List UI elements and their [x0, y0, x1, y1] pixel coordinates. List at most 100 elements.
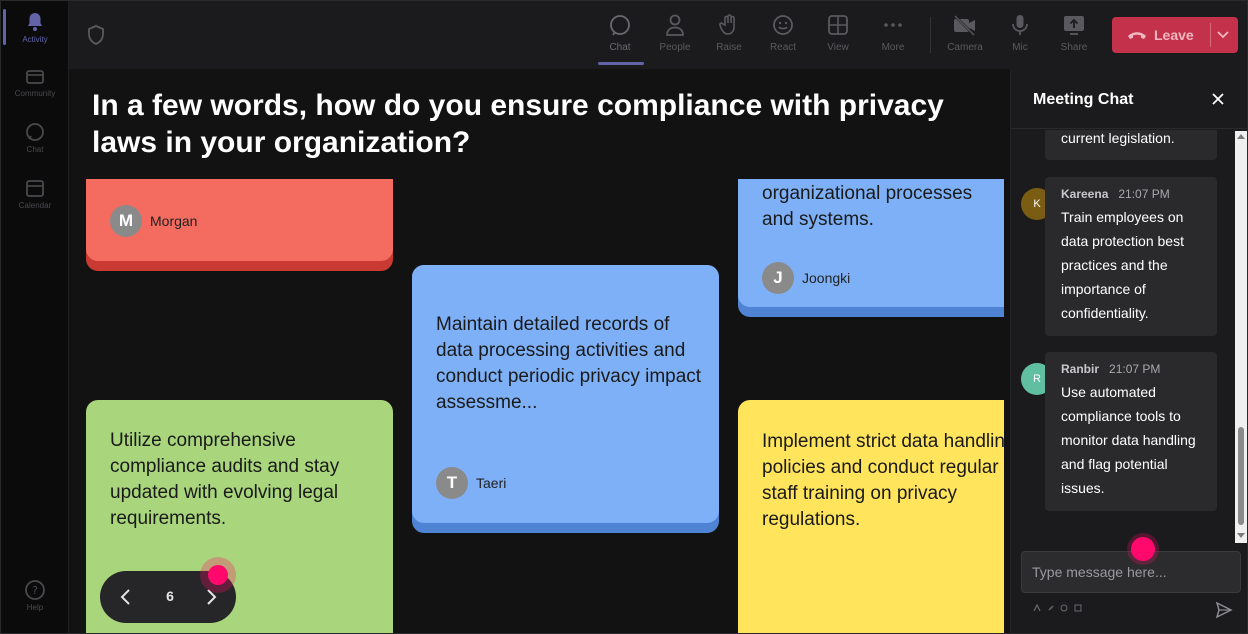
rail-label-chat: Chat	[26, 145, 44, 154]
message-text: Train employees on data protection best …	[1061, 209, 1184, 321]
react-button[interactable]: React	[759, 13, 807, 53]
meeting-chat-panel: Meeting Chat current legislation. K Kare…	[1010, 69, 1247, 633]
chat-title: Meeting Chat	[1033, 91, 1134, 108]
chevron-down-icon[interactable]	[1216, 29, 1230, 41]
hand-icon	[719, 14, 735, 35]
card-author: M Morgan	[110, 205, 197, 237]
chat-header: Meeting Chat	[1011, 69, 1247, 129]
chat-scrollbar[interactable]	[1235, 131, 1247, 543]
card-text: principles in all organizational process…	[762, 183, 973, 230]
grid-icon	[828, 15, 848, 35]
answer-card[interactable]: Implement strict data handling policies …	[738, 400, 1004, 633]
message-text: current legislation.	[1061, 130, 1175, 146]
share-button-label: Share	[1060, 42, 1088, 53]
meeting-window: Activity Community Chat Calendar ? Help …	[0, 0, 1248, 634]
format-icon[interactable]	[1033, 603, 1041, 612]
raise-hand-button[interactable]: Raise	[705, 13, 753, 53]
rail-item-calendar[interactable]: Calendar	[1, 177, 69, 210]
more-dots-icon	[884, 23, 902, 27]
card-text: Implement strict data handling policies …	[762, 431, 1004, 530]
meeting-toolbar: Chat People Raise React View More Camera	[69, 1, 1247, 69]
chat-bubble-icon	[610, 15, 630, 36]
scroll-down-icon[interactable]	[1237, 533, 1245, 539]
page-number: 6	[166, 588, 174, 604]
avatar: M	[110, 205, 142, 237]
question-title: In a few words, how do you ensure compli…	[92, 89, 944, 159]
poll-stage: In a few words, how do you ensure compli…	[69, 69, 1010, 633]
author-name: Joongki	[802, 270, 851, 286]
chat-message-box[interactable]	[1021, 551, 1241, 593]
chat-input[interactable]	[1032, 562, 1232, 582]
rail-item-activity[interactable]: Activity	[1, 11, 69, 44]
rail-label-help: Help	[26, 603, 44, 612]
view-button-label: View	[827, 42, 849, 53]
leave-button[interactable]: Leave	[1112, 17, 1238, 53]
message-sender: Kareena	[1061, 187, 1109, 201]
leave-button-label: Leave	[1154, 27, 1194, 43]
chat-button[interactable]: Chat	[596, 13, 644, 53]
card-author: T Taeri	[436, 467, 506, 499]
author-name: Morgan	[150, 213, 198, 229]
leave-divider	[1210, 23, 1211, 47]
rail-label-activity: Activity	[22, 35, 48, 44]
avatar-initial: R	[1033, 373, 1041, 385]
rail-item-help[interactable]: ? Help	[1, 579, 69, 612]
chat-button-label: Chat	[609, 42, 631, 53]
emoji-icon[interactable]	[1060, 604, 1068, 612]
attach-icon[interactable]	[1047, 604, 1055, 612]
camera-off-icon	[954, 15, 975, 36]
answer-card[interactable]: M Morgan	[86, 179, 393, 271]
answer-board: M Morgan principles in all organizationa…	[69, 179, 1004, 633]
more-button[interactable]: More	[869, 13, 917, 53]
scrollbar-thumb[interactable]	[1238, 427, 1244, 525]
message-time: 21:07 PM	[1109, 362, 1161, 376]
card-text: Utilize comprehensive compliance audits …	[110, 430, 340, 529]
gif-icon[interactable]	[1074, 604, 1082, 612]
people-button-label: People	[659, 42, 691, 53]
chevron-right-icon[interactable]	[203, 587, 219, 607]
send-icon[interactable]	[1215, 601, 1233, 619]
answer-card[interactable]: principles in all organizational process…	[738, 179, 1004, 317]
share-button[interactable]: Share	[1050, 13, 1098, 53]
answer-card[interactable]: Maintain detailed records of data proces…	[412, 265, 719, 533]
close-icon[interactable]	[1211, 92, 1225, 106]
message-time: 21:07 PM	[1118, 187, 1170, 201]
share-screen-icon	[1064, 16, 1084, 35]
camera-button-label: Camera	[947, 42, 983, 53]
click-indicator	[1131, 537, 1155, 561]
scroll-up-icon[interactable]	[1237, 133, 1245, 139]
mic-button-label: Mic	[1012, 42, 1028, 53]
message-meta: Kareena 21:07 PM	[1061, 187, 1170, 201]
avatar: T	[436, 467, 468, 499]
chat-message: current legislation.	[1045, 130, 1217, 160]
help-icon: ?	[25, 580, 45, 600]
chat-icon	[26, 123, 44, 141]
chat-messages[interactable]: current legislation. K Kareena 21:07 PM T…	[1011, 130, 1247, 544]
mic-button[interactable]: Mic	[996, 13, 1044, 53]
toolbar-divider	[930, 17, 931, 53]
chevron-left-icon[interactable]	[118, 587, 134, 607]
card-text: Maintain detailed records of data proces…	[436, 314, 702, 413]
message-meta: Ranbir 21:07 PM	[1061, 362, 1160, 376]
rail-item-community[interactable]: Community	[1, 67, 69, 98]
microphone-icon	[1012, 15, 1028, 35]
camera-button[interactable]: Camera	[941, 13, 989, 53]
shield-icon[interactable]	[87, 25, 105, 50]
hang-up-icon	[1128, 32, 1146, 39]
author-name: Taeri	[476, 475, 507, 491]
app-rail: Activity Community Chat Calendar ? Help	[1, 1, 69, 633]
message-sender: Ranbir	[1061, 362, 1100, 376]
react-button-label: React	[769, 42, 797, 53]
card-author: J Joongki	[762, 262, 850, 294]
bell-icon	[28, 13, 42, 31]
more-button-label: More	[881, 42, 905, 53]
calendar-icon	[26, 180, 44, 197]
rail-item-chat[interactable]: Chat	[1, 121, 69, 154]
compose-actions	[1033, 603, 1082, 614]
view-button[interactable]: View	[814, 13, 862, 53]
chat-active-indicator	[598, 62, 644, 65]
people-button[interactable]: People	[651, 13, 699, 53]
avatar-initial: K	[1033, 198, 1041, 210]
chat-message: Kareena 21:07 PM Train employees on data …	[1045, 177, 1217, 336]
smiley-icon	[773, 15, 793, 35]
